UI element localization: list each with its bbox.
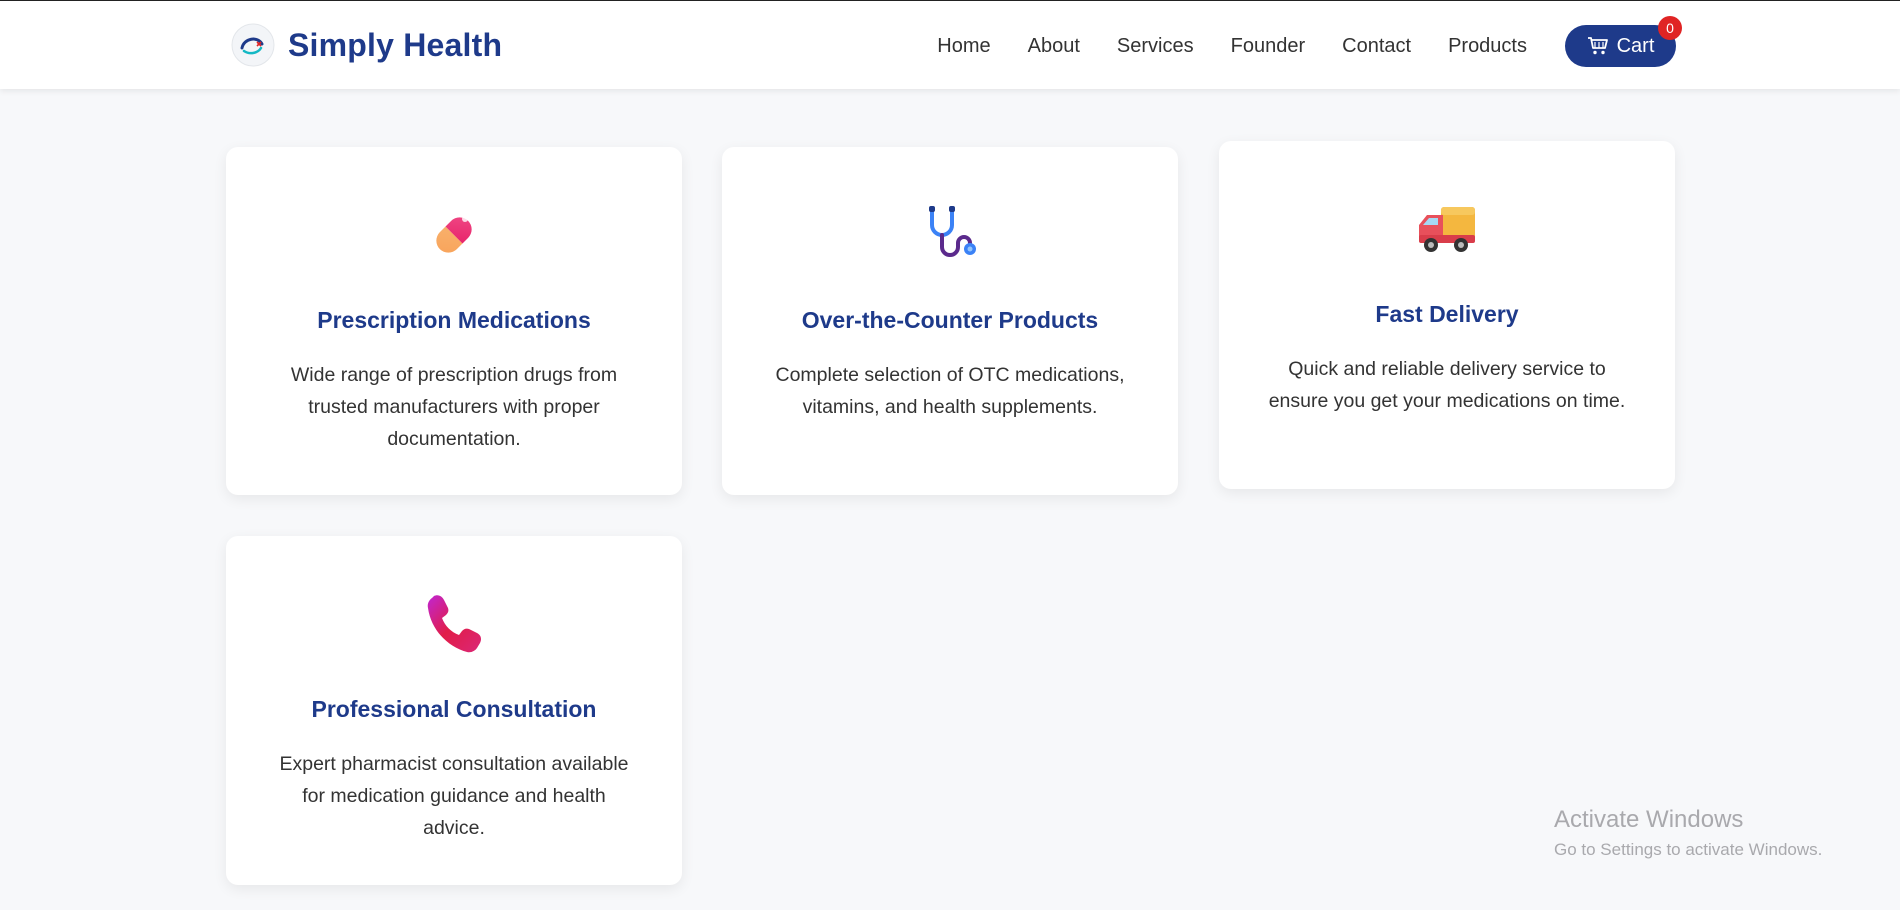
service-card-otc[interactable]: Over-the-Counter Products Complete selec…	[722, 147, 1178, 495]
pill-icon	[436, 216, 472, 253]
nav-home-link[interactable]: Home	[937, 35, 990, 58]
service-description: Complete selection of OTC medications, v…	[775, 364, 1125, 418]
cart-icon	[1587, 37, 1608, 55]
watermark-title: Activate Windows	[1554, 806, 1744, 833]
service-description: Quick and reliable delivery service to e…	[1268, 358, 1626, 412]
nav-contact-link[interactable]: Contact	[1342, 35, 1411, 58]
nav-services-link[interactable]: Services	[1117, 35, 1194, 58]
service-card-delivery[interactable]: Fast Delivery Quick and reliable deliver…	[1219, 141, 1675, 489]
brand-name: Simply Health	[288, 26, 503, 63]
delivery-truck-icon	[1419, 207, 1475, 252]
service-card-consultation[interactable]: Professional Consultation Expert pharmac…	[226, 536, 682, 885]
windows-activation-watermark: Activate Windows Go to Settings to activ…	[1554, 806, 1822, 860]
top-navbar: Simply Health Home About Services Founde…	[0, 0, 1900, 89]
watermark-subtitle: Go to Settings to activate Windows.	[1554, 840, 1823, 859]
stethoscope-icon	[929, 206, 976, 257]
service-title: Professional Consultation	[311, 696, 597, 722]
phone-icon	[427, 595, 481, 653]
cart-button[interactable]: Cart 0	[1565, 16, 1682, 67]
service-card-prescription[interactable]: Prescription Medications Wide range of p…	[226, 147, 682, 495]
service-title: Fast Delivery	[1375, 301, 1519, 327]
service-title: Prescription Medications	[317, 307, 591, 333]
nav-founder-link[interactable]: Founder	[1231, 35, 1306, 58]
nav-about-link[interactable]: About	[1028, 35, 1080, 58]
nav-products-link[interactable]: Products	[1448, 35, 1527, 58]
service-description: Expert pharmacist consultation available…	[279, 753, 629, 839]
cart-label: Cart	[1616, 34, 1655, 57]
service-description: Wide range of prescription drugs from tr…	[290, 364, 618, 450]
logo-icon	[231, 23, 275, 67]
main-nav: Home About Services Founder Contact Prod…	[900, 16, 1682, 67]
service-title: Over-the-Counter Products	[801, 307, 1099, 333]
cart-count-badge: 0	[1658, 16, 1682, 40]
brand[interactable]: Simply Health	[230, 21, 502, 69]
